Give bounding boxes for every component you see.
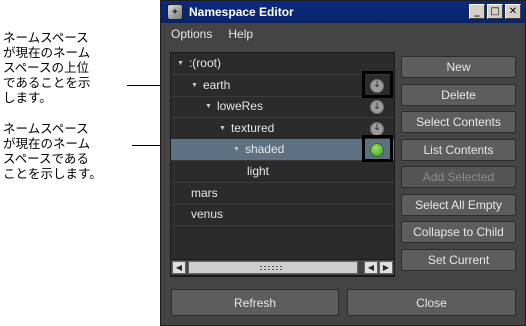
tree-row-label: ▼ textured [219, 121, 274, 135]
namespace-name: earth [202, 77, 231, 92]
namespace-name: venus [191, 207, 224, 222]
tree-row-root[interactable]: ▼ :(root) [171, 53, 394, 75]
scroll-right-icon[interactable]: ▶ [379, 261, 393, 274]
expand-triangle-icon[interactable]: ▼ [233, 146, 240, 153]
tree-row-label: mars [191, 186, 218, 200]
tree-row-earth[interactable]: ▼ earth ↓ [171, 75, 394, 97]
tree-row-venus[interactable]: venus [171, 204, 394, 227]
tree-row-label: ▼ shaded [233, 142, 284, 156]
tree-row-loweres[interactable]: ▼ loweRes ↓ [171, 96, 394, 119]
menu-options[interactable]: Options [171, 27, 212, 41]
namespace-name: :(root) [188, 56, 221, 70]
parent-of-current-icon[interactable]: ↓ [370, 100, 384, 115]
namespace-name: light [247, 164, 270, 178]
window-controls: _ □ ✕ [469, 4, 521, 19]
tree-row-textured[interactable]: ▼ textured ↓ [171, 118, 394, 140]
title-bar[interactable]: ✦ Namespace Editor _ □ ✕ [161, 1, 525, 23]
namespace-name: loweRes [216, 99, 263, 114]
maya-app-icon[interactable]: ✦ [167, 4, 183, 20]
scroll-left-icon[interactable]: ◀ [172, 261, 186, 274]
delete-button[interactable]: Delete [401, 84, 516, 106]
parent-namespace-callout: ネームスペース が現在のネーム スペースの上位 であることを示 します。 [3, 30, 91, 105]
tree-row-label: ▼ loweRes [205, 99, 263, 113]
close-window-button[interactable]: ✕ [505, 4, 521, 19]
add-selected-button[interactable]: Add Selected [401, 166, 516, 188]
namespace-name: textured [230, 120, 275, 135]
new-button[interactable]: New [401, 56, 516, 78]
window-title: Namespace Editor [189, 5, 294, 19]
expand-triangle-icon[interactable]: ▼ [205, 103, 212, 110]
parent-of-current-icon[interactable]: ↓ [370, 121, 384, 136]
namespace-name: shaded [244, 142, 285, 157]
tree-row-label: venus [191, 207, 223, 221]
list-contents-button[interactable]: List Contents [401, 139, 516, 161]
tree-row-label: ▼ :(root) [177, 56, 221, 70]
scrollbar-thumb[interactable] [188, 261, 358, 274]
expand-triangle-icon[interactable]: ▼ [219, 125, 226, 132]
collapse-to-child-button[interactable]: Collapse to Child [401, 221, 516, 243]
expand-triangle-icon[interactable]: ▼ [177, 60, 184, 67]
select-all-empty-button[interactable]: Select All Empty [401, 194, 516, 216]
menu-bar: Options Help [161, 23, 525, 45]
expand-triangle-icon[interactable]: ▼ [191, 82, 198, 89]
tree-horizontal-scrollbar[interactable]: ◀ ◀ ▶ [170, 259, 395, 276]
current-namespace-callout: ネームスペース が現在のネーム スペースである ことを示します。 [3, 121, 102, 181]
current-icon-highlight [362, 135, 393, 162]
scrollbar-grip-icon [259, 265, 283, 271]
set-current-button[interactable]: Set Current [401, 249, 516, 271]
tree-row-shaded[interactable]: ▼ shaded [171, 139, 394, 162]
minimize-button[interactable]: _ [469, 4, 485, 19]
scroll-left-end-icon[interactable]: ◀ [364, 261, 378, 274]
parent-icon-highlight [362, 71, 393, 98]
tree-row-label: ▼ earth [191, 78, 230, 92]
maximize-button[interactable]: □ [487, 4, 503, 19]
tree-row-light[interactable]: light [171, 161, 394, 183]
namespace-editor-window: ✦ Namespace Editor _ □ ✕ Options Help ▼:… [160, 0, 526, 326]
menu-help[interactable]: Help [228, 27, 253, 41]
tree-row-label: light [247, 164, 269, 178]
select-contents-button[interactable]: Select Contents [401, 111, 516, 133]
refresh-button[interactable]: Refresh [171, 289, 339, 316]
namespace-name: mars [191, 185, 218, 200]
close-button[interactable]: Close [347, 289, 516, 316]
tree-row-mars[interactable]: mars [171, 183, 394, 205]
